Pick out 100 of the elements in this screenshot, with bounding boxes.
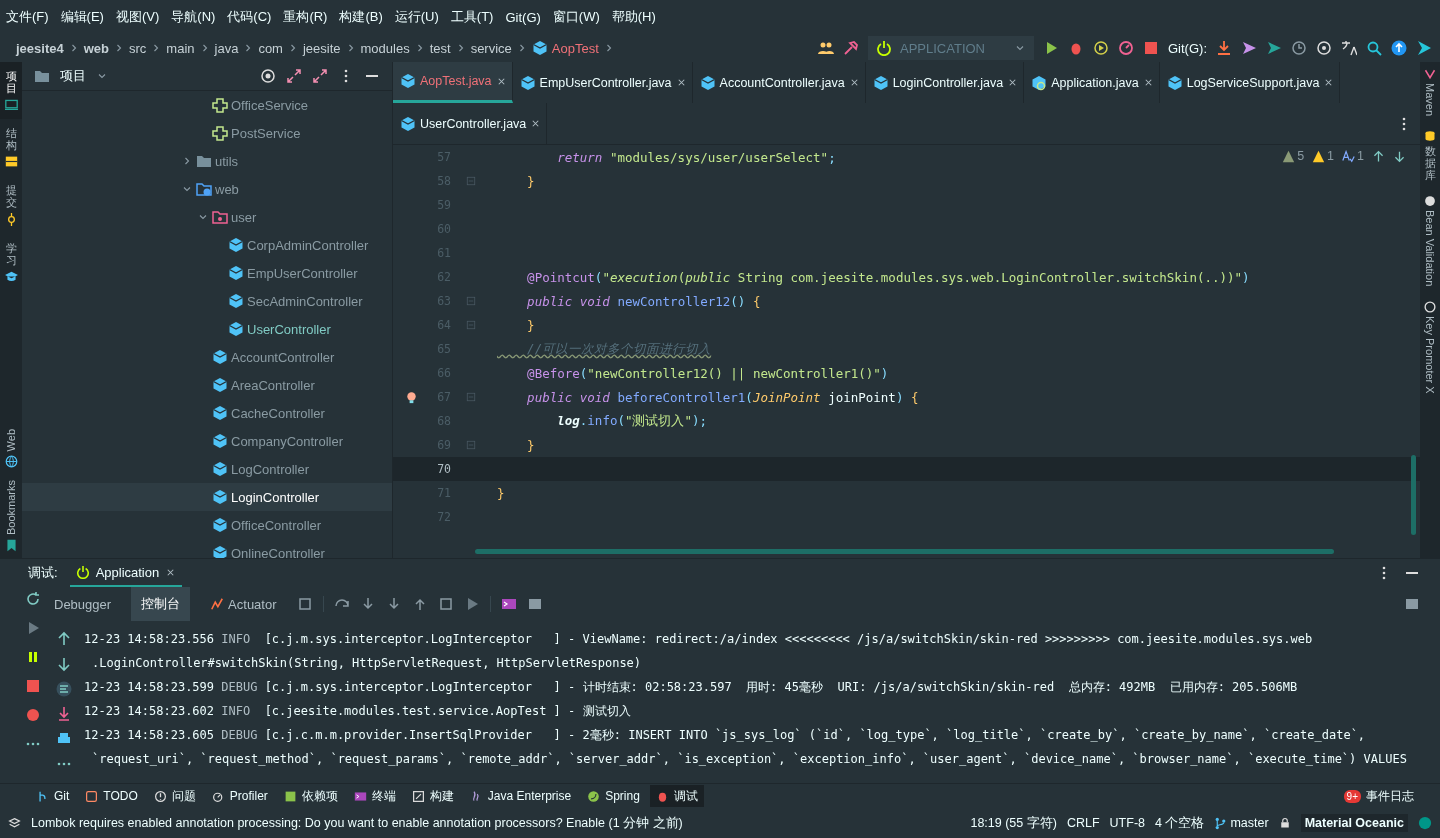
tree-item[interactable]: AccountController	[22, 343, 392, 371]
push-lock-icon[interactable]	[1266, 40, 1282, 56]
editor-tab[interactable]: EmpUserController.java	[512, 62, 693, 103]
panel-title[interactable]: 项目	[60, 67, 86, 85]
tool-window-tab[interactable]: 依赖项	[277, 785, 344, 807]
stop-icon[interactable]	[1143, 40, 1159, 56]
menu-item[interactable]: 文件(F)	[6, 8, 49, 26]
side-tab[interactable]: 项目	[0, 62, 22, 120]
restart-icon[interactable]	[25, 591, 41, 607]
tree-item[interactable]: web	[22, 175, 392, 203]
arrow-up-icon[interactable]	[56, 631, 72, 647]
editor-tab[interactable]: AccountController.java	[692, 62, 866, 103]
line-ending[interactable]: CRLF	[1066, 816, 1100, 830]
menu-item[interactable]: 视图(V)	[115, 8, 160, 26]
download-icon[interactable]	[1216, 40, 1232, 56]
encoding[interactable]: UTF-8	[1109, 816, 1145, 830]
side-tab[interactable]: 结构	[0, 119, 22, 177]
tree-item[interactable]: utils	[22, 147, 392, 175]
expand-icon[interactable]	[286, 68, 302, 84]
gauge-icon[interactable]	[1118, 40, 1134, 56]
tool-window-tab[interactable]: 构建	[405, 785, 460, 807]
menu-item[interactable]: 导航(N)	[171, 8, 216, 26]
side-tab[interactable]: Maven	[1424, 68, 1436, 117]
breadcrumb-item[interactable]: service	[470, 40, 512, 56]
breadcrumb-item[interactable]: jeesite4	[16, 40, 64, 56]
tree-item[interactable]: user	[22, 203, 392, 231]
menu-item[interactable]: 窗口(W)	[552, 8, 600, 26]
tree-item[interactable]: PostService	[22, 119, 392, 147]
debug-tab[interactable]: 控制台	[131, 587, 191, 621]
arrow-down-icon[interactable]	[56, 656, 72, 672]
side-tab[interactable]: Key Promoter X	[1424, 300, 1436, 394]
breadcrumb-item[interactable]: com	[258, 40, 283, 56]
breadcrumb-item[interactable]: web	[83, 40, 109, 56]
arrow-down-icon[interactable]	[1393, 149, 1406, 163]
tree-item[interactable]: LogController	[22, 455, 392, 483]
tree-item[interactable]: SecAdminController	[22, 287, 392, 315]
inspection-count[interactable]: 1	[1342, 149, 1364, 163]
tool-window-tab[interactable]: TODO	[79, 785, 144, 807]
tree-item[interactable]: CompanyController	[22, 427, 392, 455]
side-tab[interactable]: 数据库	[1424, 130, 1436, 182]
tool-window-tab[interactable]: 问题	[147, 785, 202, 807]
tree-item[interactable]: OnlineController	[22, 539, 392, 558]
editor-tab[interactable]: Application.java	[1024, 62, 1160, 103]
editor-tab[interactable]: LogServiceSupport.java	[1159, 62, 1341, 103]
side-tab[interactable]: Bookmarks	[4, 473, 18, 558]
breadcrumb-item[interactable]: src	[129, 40, 147, 56]
menu-item[interactable]: Git(G)	[505, 9, 541, 25]
tree-item[interactable]: CacheController	[22, 399, 392, 427]
history-icon[interactable]	[1291, 40, 1307, 56]
tool-window-tab[interactable]: Git	[30, 785, 76, 807]
terminal-icon[interactable]	[500, 596, 517, 612]
editor-tab[interactable]: UserController.java	[393, 103, 548, 144]
menu-item[interactable]: 工具(T)	[450, 8, 494, 26]
breadcrumb-item[interactable]: AopTest	[551, 40, 599, 56]
tool-window-tab[interactable]: Profiler	[205, 785, 274, 807]
scrolldown-icon[interactable]	[56, 706, 72, 722]
breadcrumb-item[interactable]: jeesite	[302, 40, 341, 56]
menu-item[interactable]: 运行(U)	[394, 8, 439, 26]
square-icon[interactable]	[437, 596, 454, 612]
debug-tab[interactable]: Debugger	[44, 587, 122, 621]
tree-item[interactable]: LoginController	[22, 483, 392, 511]
menu-item[interactable]: 构建(B)	[339, 8, 383, 26]
collapse-icon[interactable]	[312, 68, 328, 84]
users-icon[interactable]	[818, 40, 834, 56]
upload-icon[interactable]	[1391, 40, 1407, 56]
inspection-count[interactable]: 1	[1312, 149, 1335, 163]
stop-icon[interactable]	[25, 678, 41, 694]
menu-item[interactable]: 重构(R)	[283, 8, 328, 26]
menu-item[interactable]: 编辑(E)	[60, 8, 104, 26]
tree-item[interactable]: AreaController	[22, 371, 392, 399]
tool-window-tab[interactable]: Spring	[581, 785, 646, 807]
breadcrumb-item[interactable]: test	[429, 40, 451, 56]
tool-window-tab[interactable]: 调试	[649, 785, 704, 807]
play-logo-icon[interactable]	[1416, 40, 1432, 56]
tree-item[interactable]: OfficeController	[22, 511, 392, 539]
indent-setting[interactable]: 4 个空格	[1155, 814, 1205, 832]
arrow-up-icon[interactable]	[1372, 149, 1385, 163]
menu-item[interactable]: 代码(C)	[227, 8, 272, 26]
search-icon[interactable]	[1366, 40, 1382, 56]
tree-item[interactable]: CorpAdminController	[22, 231, 392, 259]
tool-window-tab[interactable]: 终端	[347, 785, 402, 807]
inspection-count[interactable]: 5	[1282, 149, 1305, 163]
push-icon[interactable]	[1241, 40, 1257, 56]
debug-tab[interactable]: Actuator	[200, 587, 287, 621]
build-icon[interactable]	[843, 40, 859, 56]
status-message[interactable]: Lombok requires enabled annotation processing: Do you want to enable annotation processors? Enable (1 分钟 之前)	[31, 814, 683, 832]
event-log-button[interactable]: 9+ 事件日志	[1337, 785, 1420, 807]
tree-item[interactable]: EmpUserController	[22, 259, 392, 287]
editor-tab[interactable]: AopTest.java	[393, 62, 513, 103]
breadcrumb-item[interactable]: java	[214, 40, 239, 56]
wrap-icon[interactable]	[56, 681, 72, 697]
tree-item[interactable]: OfficeService	[22, 91, 392, 119]
breadcrumb-item[interactable]: modules	[360, 40, 410, 56]
git-branch[interactable]: master	[1214, 816, 1269, 830]
theme-name[interactable]: Material Oceanic	[1300, 814, 1408, 832]
cursor-position[interactable]: 18:19 (55 字符)	[970, 814, 1057, 832]
layout-icon[interactable]	[1404, 596, 1420, 612]
target-icon[interactable]	[260, 68, 276, 84]
translate-icon[interactable]	[1341, 40, 1357, 56]
frame-icon[interactable]	[296, 596, 313, 612]
